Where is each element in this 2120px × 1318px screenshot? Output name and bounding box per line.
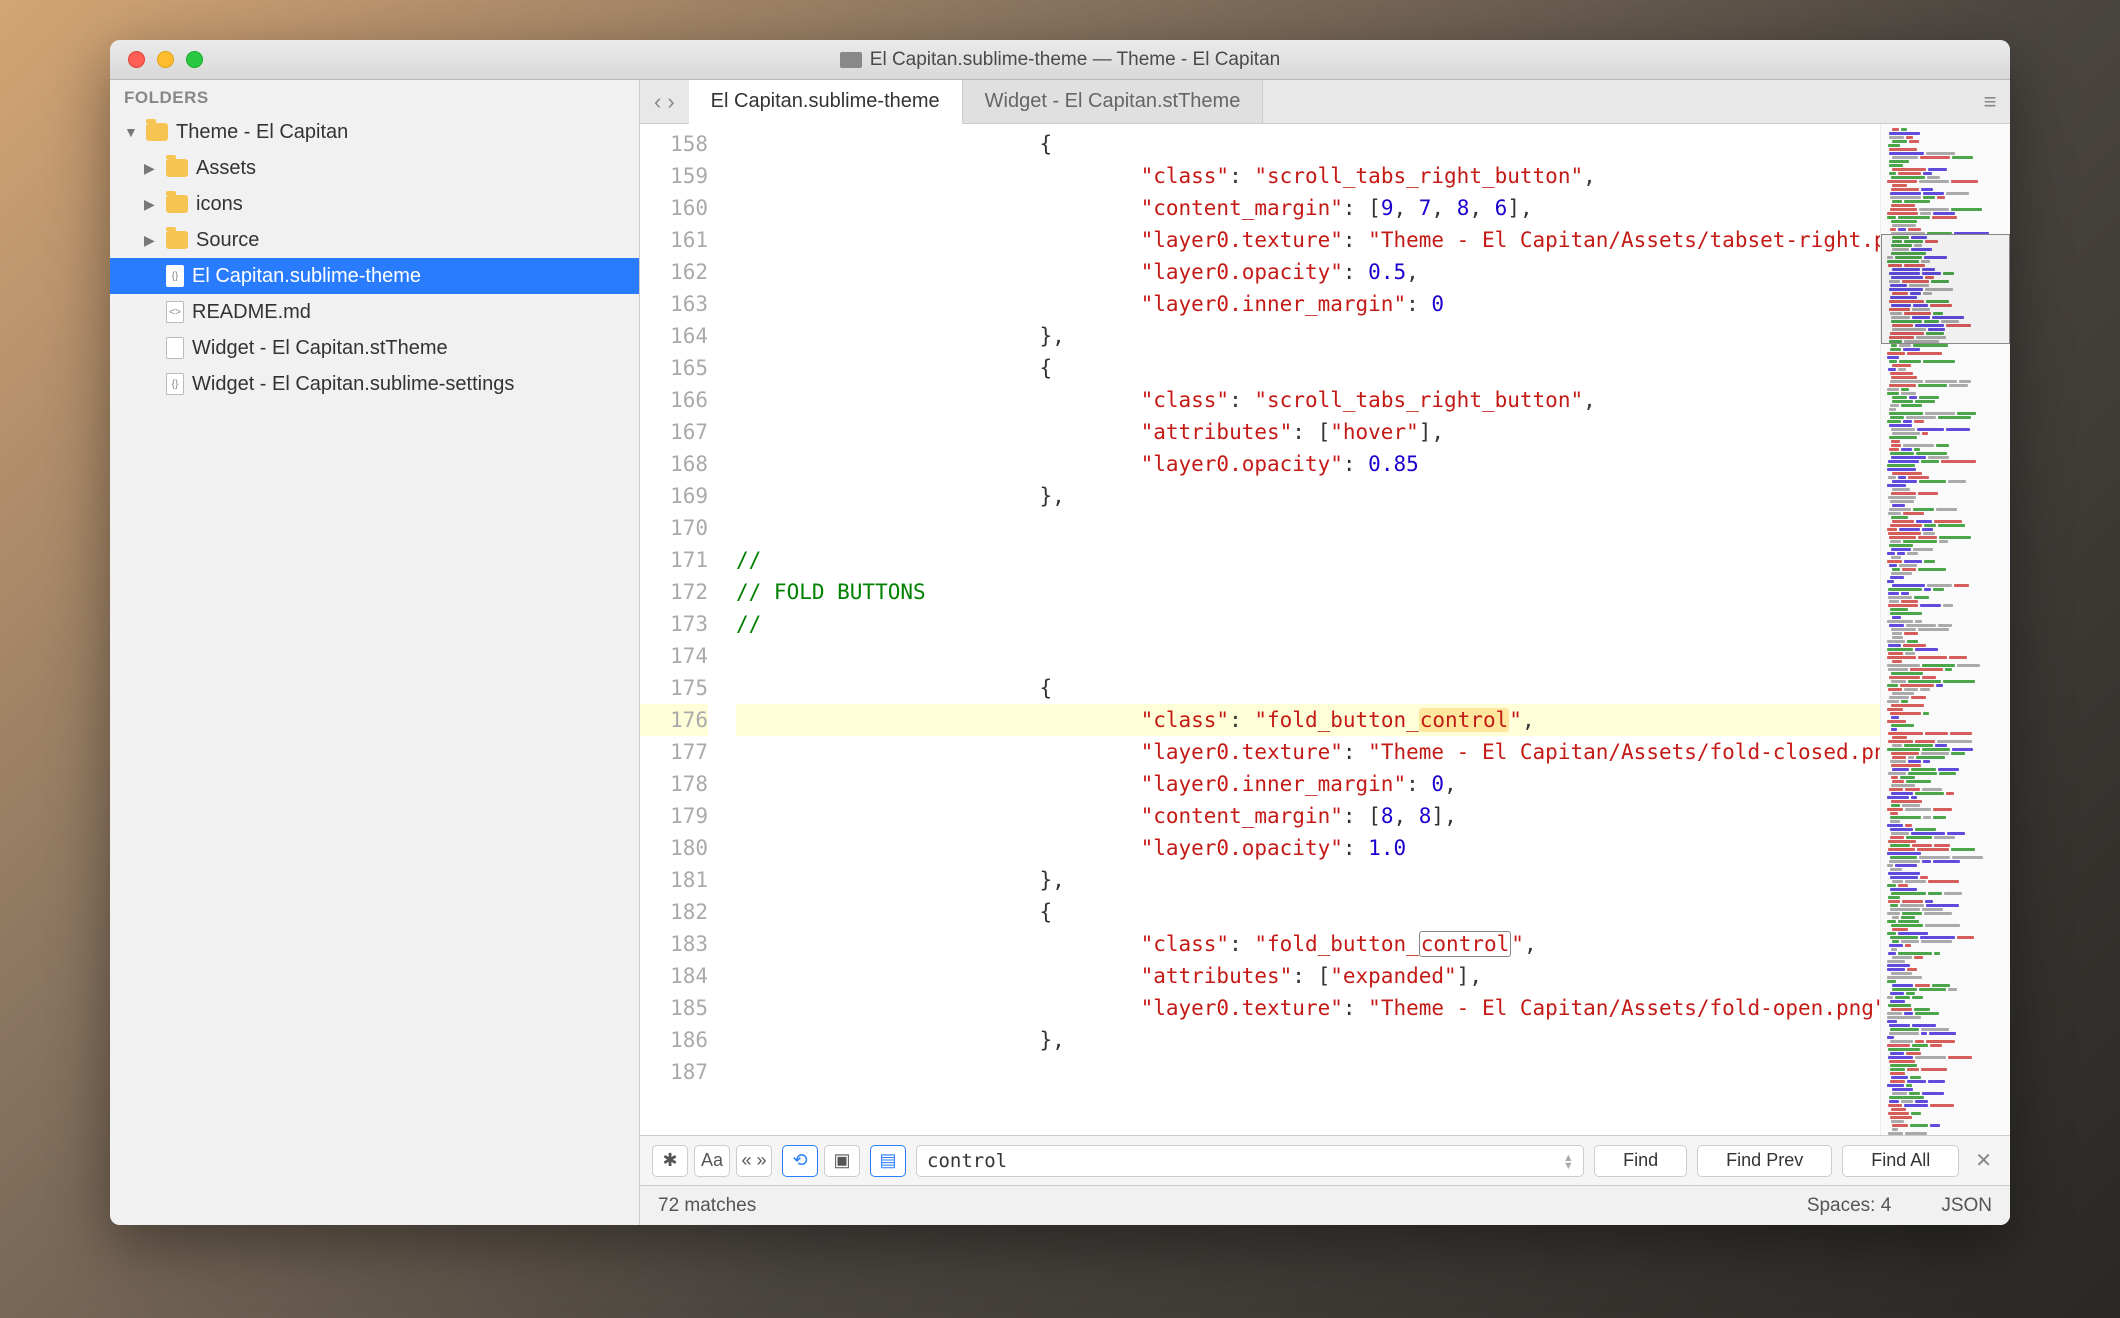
tree-file[interactable]: {}El Capitan.sublime-theme [110, 258, 639, 294]
tab[interactable]: Widget - El Capitan.stTheme [963, 80, 1264, 123]
wrap-toggle-icon[interactable]: ⟲ [782, 1145, 818, 1177]
find-input-value: control [927, 1150, 1007, 1172]
find-button[interactable]: Find [1594, 1145, 1687, 1177]
nav-arrows: ‹ › [640, 80, 689, 123]
tree-folder[interactable]: ▶Assets [110, 150, 639, 186]
main-area: FOLDERS ▼Theme - El Capitan▶Assets▶icons… [110, 80, 2010, 1225]
folder-icon [146, 123, 168, 141]
minimize-icon[interactable] [157, 51, 174, 68]
in-selection-toggle-icon[interactable]: ▣ [824, 1145, 860, 1177]
close-find-icon[interactable]: ✕ [1969, 1148, 1998, 1173]
highlight-toggle-icon[interactable]: ▤ [870, 1145, 906, 1177]
fold-column [720, 124, 736, 1135]
document-icon [840, 52, 862, 68]
tab-overflow-icon[interactable]: ≡ [1970, 80, 2010, 123]
tab-bar: ‹ › El Capitan.sublime-themeWidget - El … [640, 80, 2010, 124]
tab[interactable]: El Capitan.sublime-theme [689, 80, 963, 124]
minimap[interactable] [1880, 124, 2010, 1135]
editor-area: ‹ › El Capitan.sublime-themeWidget - El … [640, 80, 2010, 1225]
titlebar[interactable]: El Capitan.sublime-theme — Theme - El Ca… [110, 40, 2010, 80]
tree-folder[interactable]: ▶Source [110, 222, 639, 258]
find-input[interactable]: control ▴▾ [916, 1145, 1584, 1177]
find-bar: ✱ Aa « » ⟲ ▣ ▤ control ▴▾ Find Find Prev… [640, 1135, 2010, 1185]
case-toggle-icon[interactable]: Aa [694, 1145, 730, 1177]
file-icon: {} [166, 265, 184, 287]
window-title: El Capitan.sublime-theme — Theme - El Ca… [110, 49, 2010, 71]
code-area[interactable]: { "class": "scroll_tabs_right_button", "… [736, 124, 1880, 1135]
file-icon: {} [166, 373, 184, 395]
tree-folder[interactable]: ▶icons [110, 186, 639, 222]
maximize-icon[interactable] [186, 51, 203, 68]
app-window: El Capitan.sublime-theme — Theme - El Ca… [110, 40, 2010, 1225]
folder-icon [166, 195, 188, 213]
nav-forward-icon[interactable]: › [667, 89, 674, 115]
status-bar: 72 matches Spaces: 4 JSON [640, 1185, 2010, 1225]
nav-back-icon[interactable]: ‹ [654, 89, 661, 115]
tree-file[interactable]: <>README.md [110, 294, 639, 330]
tree-root[interactable]: ▼Theme - El Capitan [110, 114, 639, 150]
status-spaces[interactable]: Spaces: 4 [1807, 1195, 1892, 1217]
sidebar-header: FOLDERS [110, 80, 639, 114]
traffic-lights [110, 51, 203, 68]
find-prev-button[interactable]: Find Prev [1697, 1145, 1832, 1177]
status-syntax[interactable]: JSON [1941, 1195, 1992, 1217]
sidebar: FOLDERS ▼Theme - El Capitan▶Assets▶icons… [110, 80, 640, 1225]
folder-tree: ▼Theme - El Capitan▶Assets▶icons▶Source{… [110, 114, 639, 402]
find-all-button[interactable]: Find All [1842, 1145, 1959, 1177]
stepper-icon[interactable]: ▴▾ [1564, 1153, 1574, 1169]
folder-icon [166, 231, 188, 249]
file-icon [166, 337, 184, 359]
wholeword-toggle-icon[interactable]: « » [736, 1145, 772, 1177]
tree-file[interactable]: Widget - El Capitan.stTheme [110, 330, 639, 366]
editor-body: 1581591601611621631641651661671681691701… [640, 124, 2010, 1135]
window-title-text: El Capitan.sublime-theme — Theme - El Ca… [870, 49, 1280, 71]
status-matches: 72 matches [658, 1195, 756, 1217]
folder-icon [166, 159, 188, 177]
regex-toggle-icon[interactable]: ✱ [652, 1145, 688, 1177]
line-gutter: 1581591601611621631641651661671681691701… [640, 124, 720, 1135]
close-icon[interactable] [128, 51, 145, 68]
minimap-viewport[interactable] [1881, 234, 2010, 344]
file-icon: <> [166, 301, 184, 323]
tree-file[interactable]: {}Widget - El Capitan.sublime-settings [110, 366, 639, 402]
